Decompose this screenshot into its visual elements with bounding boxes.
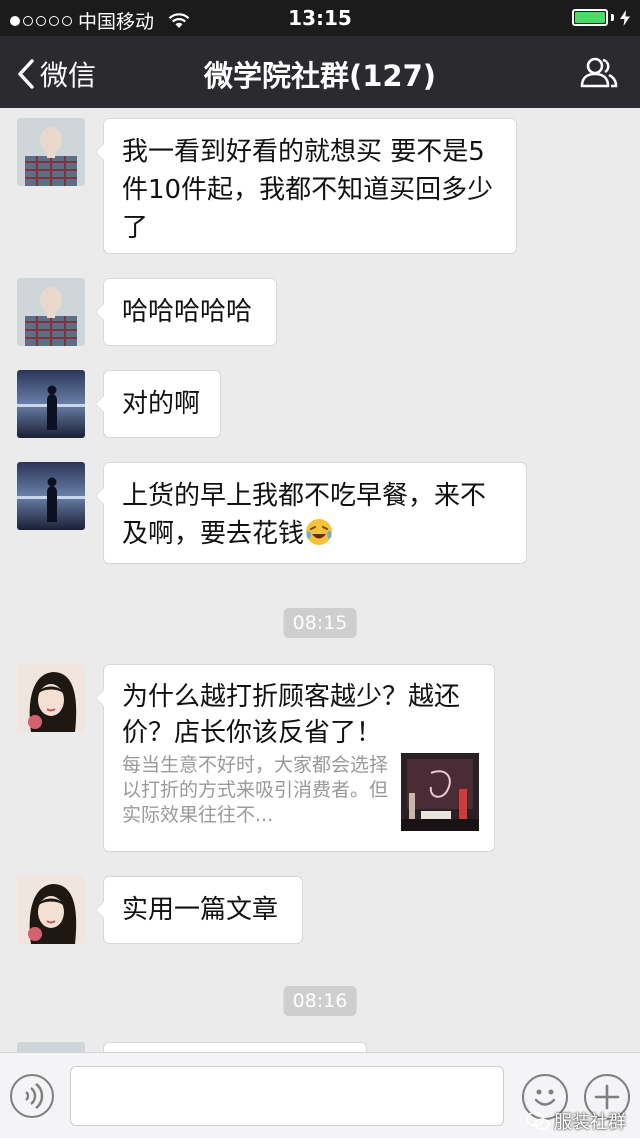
nav-bar: 微信 微学院社群(127): [0, 36, 640, 108]
laughing-tears-emoji: [306, 519, 333, 545]
sender-avatar[interactable]: [17, 876, 85, 944]
message-text: 哈哈哈哈哈: [122, 297, 253, 327]
timestamp: 08:15: [283, 608, 357, 638]
chat-area[interactable]: 我一看到好看的就想买 要不是5件10件起，我都不知道买回多少了 哈哈哈哈哈 对的…: [0, 108, 640, 1052]
message-text: 实用一篇文章: [122, 895, 279, 925]
message-bubble[interactable]: [103, 1042, 367, 1052]
sender-avatar[interactable]: [17, 1042, 85, 1052]
message-input[interactable]: [70, 1066, 504, 1126]
status-time: 13:15: [288, 6, 352, 30]
status-bar: 中国移动 13:15: [0, 0, 640, 36]
link-card-thumbnail: [401, 753, 479, 831]
wechat-logo-icon: [526, 1111, 550, 1130]
voice-icon: [25, 1083, 44, 1109]
battery-fill: [575, 12, 605, 23]
message-bubble[interactable]: 实用一篇文章: [95, 876, 303, 944]
watermark-text: 服装社群: [554, 1112, 626, 1133]
battery-icon: [572, 9, 630, 26]
message-bubble[interactable]: 哈哈哈哈哈: [95, 278, 277, 346]
link-card-title: 为什么越打折顾客越少？越还价？店长你该反省了！: [122, 682, 461, 748]
timestamp: 08:16: [283, 986, 357, 1016]
voice-button[interactable]: [10, 1074, 54, 1118]
charging-icon: [620, 9, 630, 26]
message-text: 对的啊: [122, 389, 201, 419]
link-card-description: 每当生意不好时，大家都会选择以打折的方式来吸引消费者。但实际效果往往不...: [122, 754, 389, 826]
message-bubble[interactable]: 对的啊: [95, 370, 221, 438]
watermark: 服装社群: [526, 1108, 626, 1134]
sender-avatar[interactable]: [17, 278, 85, 346]
group-members-icon[interactable]: [580, 56, 618, 88]
page-title: 微学院社群(127): [203, 59, 437, 93]
message-bubble[interactable]: 我一看到好看的就想买 要不是5件10件起，我都不知道买回多少了: [95, 118, 517, 254]
sender-avatar[interactable]: [17, 664, 85, 732]
sender-avatar[interactable]: [17, 462, 85, 530]
message-bubble[interactable]: 上货的早上我都不吃早餐，来不及啊，要去花钱: [95, 462, 527, 564]
sender-avatar[interactable]: [17, 118, 85, 186]
message-text: 我一看到好看的就想买 要不是5件10件起，我都不知道买回多少了: [122, 137, 494, 243]
sender-avatar[interactable]: [17, 370, 85, 438]
link-card[interactable]: 为什么越打折顾客越少？越还价？店长你该反省了！ 每当生意不好时，大家都会选择以打…: [95, 664, 495, 852]
